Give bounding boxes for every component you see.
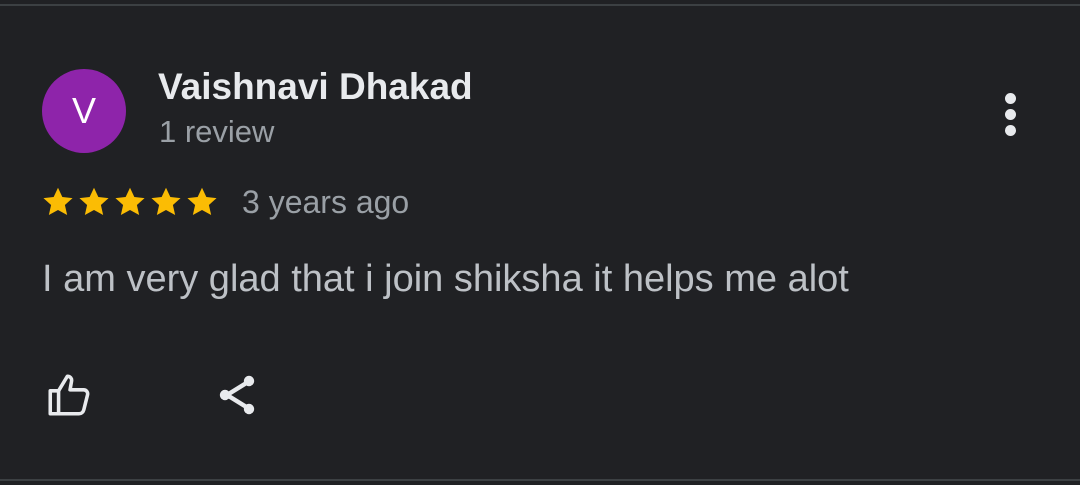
more-vertical-icon-dot [1004, 124, 1016, 136]
star-icon [187, 187, 217, 216]
star-icon [79, 187, 109, 216]
star-icon [43, 187, 73, 216]
avatar-initial: V [71, 90, 96, 131]
review-text: I am very glad that i join shiksha it he… [42, 258, 849, 300]
star-icon [115, 187, 145, 216]
author-name[interactable]: Vaishnavi Dhakad [158, 66, 473, 108]
thumbs-up-icon [48, 374, 90, 416]
like-button[interactable] [40, 366, 98, 424]
more-options-button[interactable] [990, 88, 1030, 140]
star-rating [40, 184, 220, 220]
review-timestamp: 3 years ago [242, 184, 410, 220]
top-divider [0, 4, 1080, 6]
bottom-divider [0, 479, 1080, 481]
review-count: 1 review [159, 114, 275, 149]
share-icon [219, 375, 255, 415]
more-vertical-icon-dot [1004, 108, 1016, 120]
more-vertical-icon [1004, 92, 1016, 104]
star-icon [151, 187, 181, 216]
share-button[interactable] [208, 366, 266, 424]
avatar[interactable]: V [42, 69, 126, 153]
